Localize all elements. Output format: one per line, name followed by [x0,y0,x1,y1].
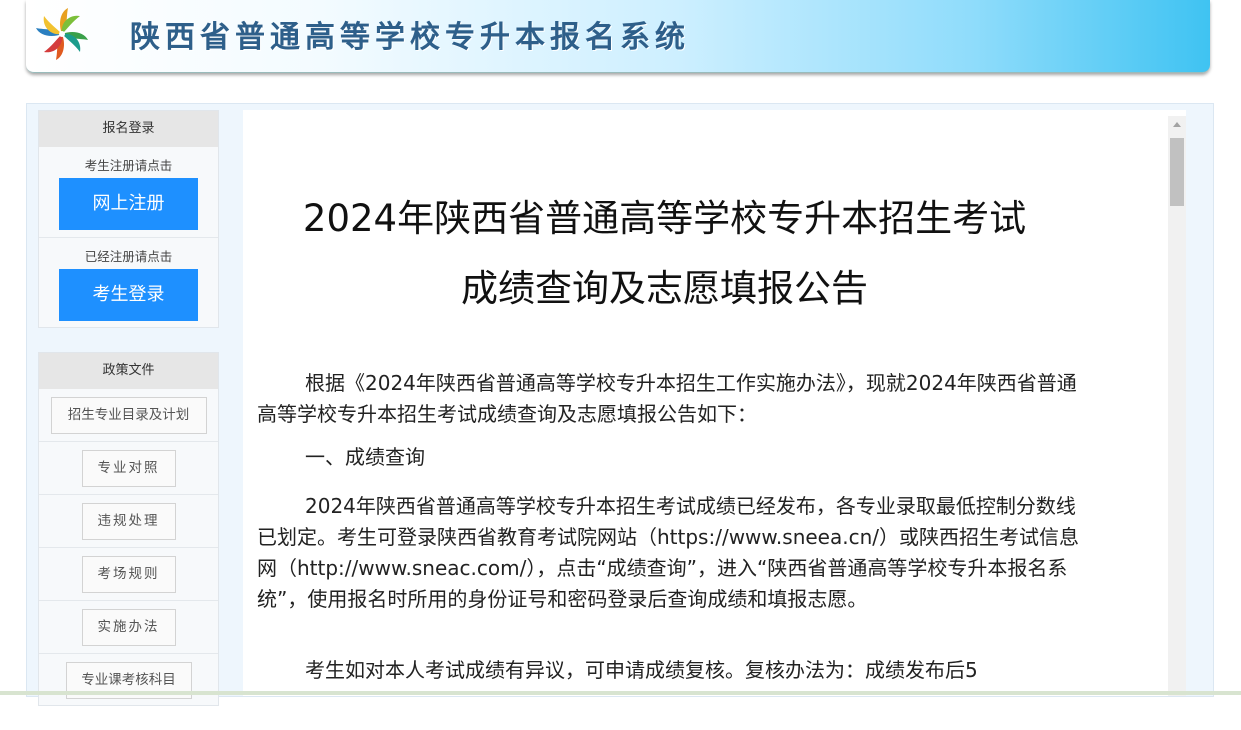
divider [39,653,218,654]
login-box-heading: 报名登录 [39,111,218,147]
divider [39,237,218,238]
notice-paragraph-review: 考生如对本人考试成绩有异议，可申请成绩复核。复核办法为：成绩发布后5 [305,658,978,682]
policy-box: 政策文件 招生专业目录及计划 专业对照 违规处理 考场规则 实施办法 专业课考核… [38,352,219,706]
register-hint: 考生注册请点击 [84,158,173,173]
site-header: 陕西省普通高等学校专升本报名系统 [26,0,1210,73]
login-button[interactable]: 考生登录 [59,269,198,321]
register-button[interactable]: 网上注册 [59,178,198,230]
notice-content: 2024年陕西省普通高等学校专升本招生考试 成绩查询及志愿填报公告 根据《202… [243,110,1186,696]
notice-paragraph-intro: 根据《2024年陕西省普通高等学校专升本招生工作实施办法》，现就2024年陕西省… [257,371,1077,426]
notice-paragraph-score-query: 2024年陕西省普通高等学校专升本招生考试成绩已经发布，各专业录取最低控制分数线… [257,494,1080,611]
notice-title-line1: 2024年陕西省普通高等学校专升本招生考试 [302,197,1027,240]
policy-link-implementation[interactable]: 实施办法 [81,609,176,646]
content-scrollbar[interactable] [1168,116,1186,696]
page-bottom-border [0,691,1241,695]
divider [39,547,218,548]
sidebar: 报名登录 考生注册请点击 网上注册 已经注册请点击 考生登录 政策文件 招生专业… [38,110,219,730]
login-box: 报名登录 考生注册请点击 网上注册 已经注册请点击 考生登录 [38,110,219,328]
pinwheel-logo-icon [36,8,88,60]
policy-link-exam-rules[interactable]: 考场规则 [81,556,176,593]
scroll-thumb[interactable] [1170,138,1184,206]
divider [39,600,218,601]
site-title: 陕西省普通高等学校专升本报名系统 [130,20,690,55]
login-hint: 已经注册请点击 [84,249,173,264]
policy-link-violations[interactable]: 违规处理 [81,503,176,540]
policy-box-heading: 政策文件 [39,353,218,389]
policy-link-major-comparison[interactable]: 专业对照 [81,450,176,487]
divider [39,441,218,442]
notice-title-line2: 成绩查询及志愿填报公告 [461,267,868,310]
policy-link-major-catalog[interactable]: 招生专业目录及计划 [50,397,207,434]
main-panel: 报名登录 考生注册请点击 网上注册 已经注册请点击 考生登录 政策文件 招生专业… [26,103,1214,706]
section-heading-score-query: 一、成绩查询 [305,445,425,469]
divider [39,494,218,495]
scroll-up-arrow-icon[interactable] [1173,122,1181,127]
